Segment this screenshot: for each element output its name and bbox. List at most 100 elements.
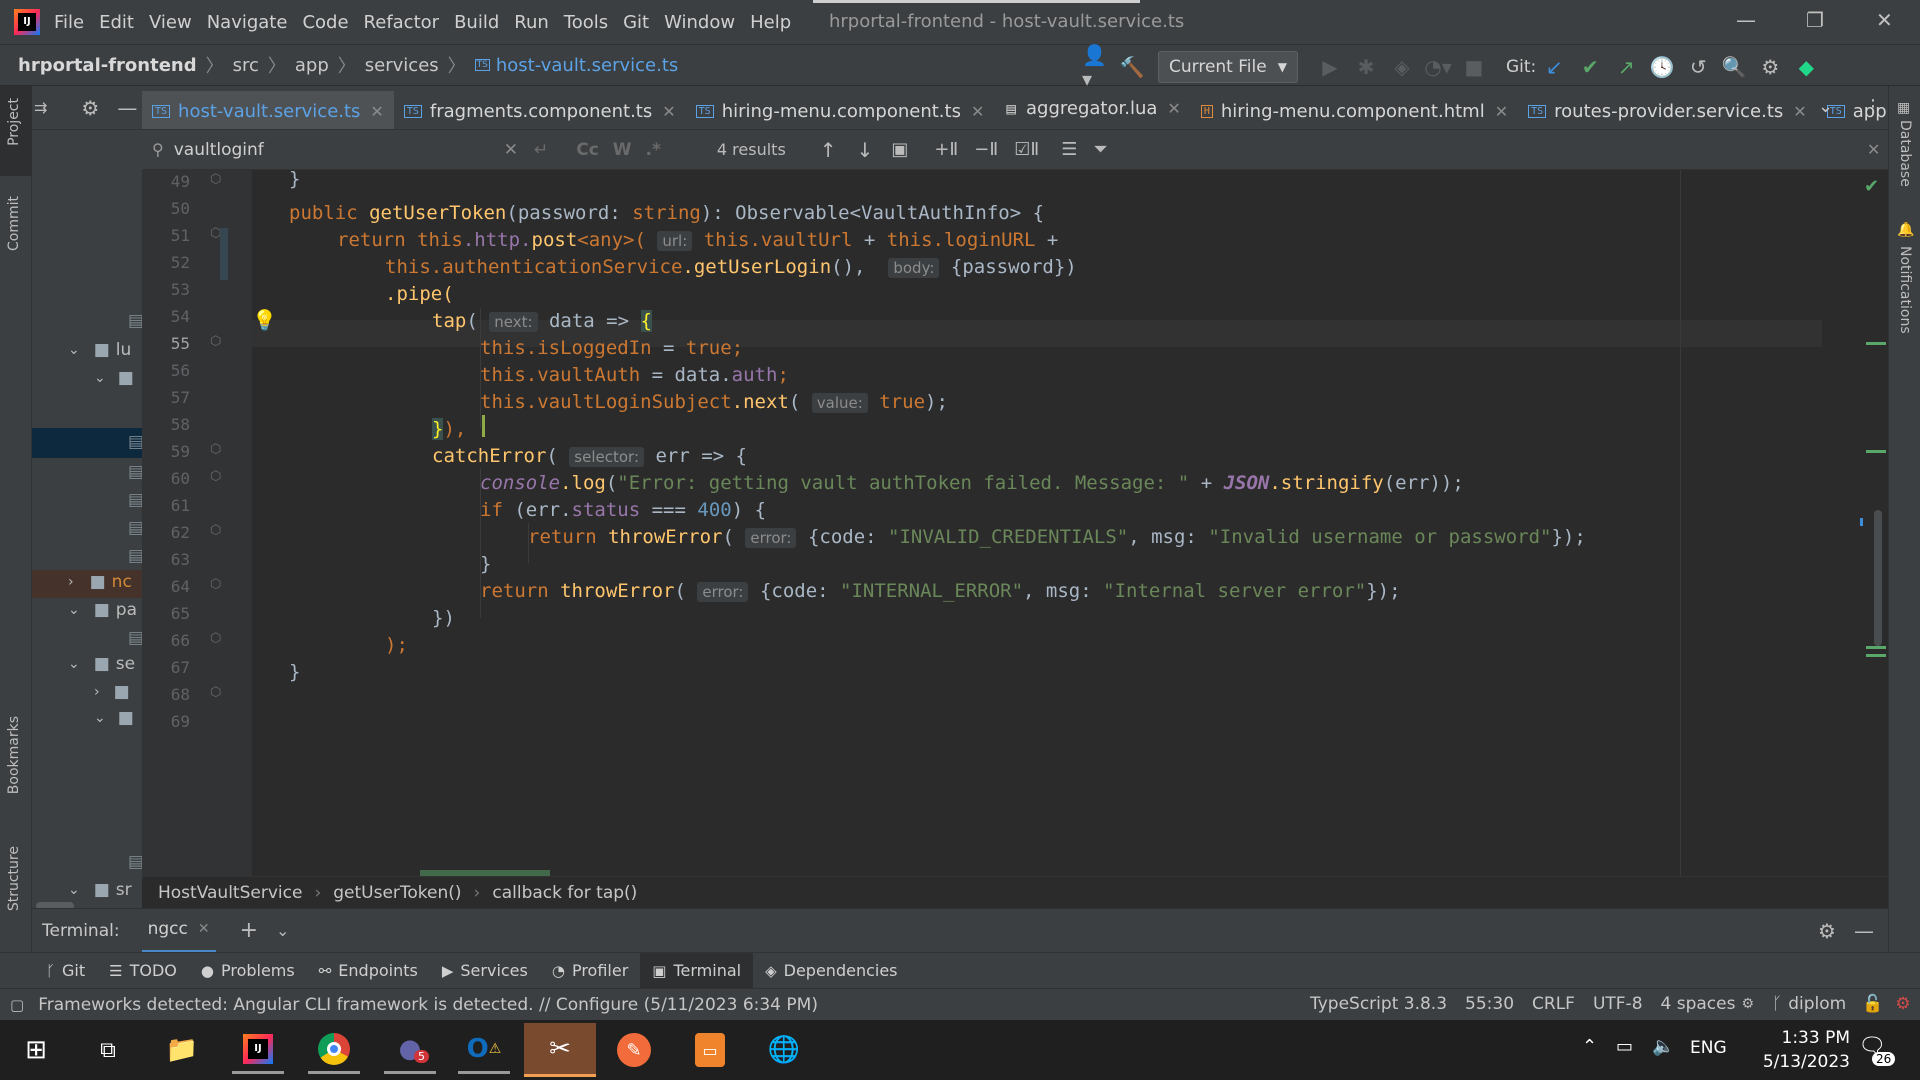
- rollback-icon[interactable]: ↺: [1684, 53, 1712, 81]
- history-icon[interactable]: 🕓: [1648, 53, 1676, 81]
- outlook-icon[interactable]: O ⚠: [458, 1026, 510, 1074]
- line-number[interactable]: 57: [142, 388, 190, 407]
- line-number[interactable]: 60: [142, 469, 190, 488]
- fold-marker-icon[interactable]: ⬡: [210, 577, 221, 592]
- hide-panel-icon[interactable]: —: [117, 96, 137, 120]
- tree-node-sr[interactable]: ⌄ ■ sr: [68, 880, 132, 900]
- add-occurrence-icon[interactable]: +Ⅱ: [934, 139, 958, 160]
- tree-node-pa[interactable]: ⌄ ■ pa: [68, 600, 137, 620]
- line-separator[interactable]: CRLF: [1532, 994, 1575, 1014]
- git-commit-icon[interactable]: ✔: [1576, 53, 1604, 81]
- breadcrumb-file[interactable]: host-vault.service.ts: [496, 55, 678, 76]
- tabs-dropdown-icon[interactable]: ⌄: [1818, 96, 1833, 117]
- file-explorer-icon[interactable]: 📁: [156, 1026, 208, 1074]
- chevron-down-icon[interactable]: ⌄: [94, 370, 106, 386]
- menu-refactor[interactable]: Refactor: [364, 12, 440, 33]
- clock[interactable]: 1:33 PM 5/13/2023: [1740, 1026, 1850, 1074]
- globe-app-icon[interactable]: 🌐: [758, 1026, 810, 1074]
- filter-icon[interactable]: ⏷: [1093, 139, 1107, 160]
- code-crumb-method[interactable]: getUserToken(): [333, 883, 461, 903]
- lightbulb-intention-icon[interactable]: 💡: [252, 308, 277, 332]
- git-branch[interactable]: diplom: [1788, 994, 1846, 1014]
- close-tab-icon[interactable]: ✕: [971, 102, 984, 121]
- close-tab-icon[interactable]: ✕: [1495, 102, 1508, 121]
- line-number[interactable]: 64: [142, 577, 190, 596]
- close-find-bar-icon[interactable]: ✕: [1867, 140, 1880, 159]
- breadcrumb-app[interactable]: app: [295, 55, 329, 76]
- database-icon[interactable]: ▦: [1897, 100, 1910, 116]
- menu-code[interactable]: Code: [302, 12, 348, 33]
- words-toggle[interactable]: W: [613, 140, 632, 160]
- task-view-icon[interactable]: ⧉: [82, 1026, 134, 1074]
- tool-window-todo[interactable]: ☰ TODO: [97, 953, 189, 989]
- tool-window-terminal[interactable]: ▣ Terminal: [640, 952, 754, 989]
- tab-routes-provider-service-ts[interactable]: TS routes-provider.service.ts ✕: [1518, 89, 1817, 129]
- tab-hiring-menu-component-ts[interactable]: TS hiring-menu.component.ts ✕: [686, 89, 995, 129]
- windows-start-icon[interactable]: ⊞: [10, 1026, 62, 1074]
- tree-node-nc[interactable]: › ■ nc: [68, 572, 132, 592]
- close-tab-icon[interactable]: ✕: [1793, 102, 1806, 121]
- line-number[interactable]: 67: [142, 658, 190, 677]
- line-number[interactable]: 61: [142, 496, 190, 515]
- next-occurrence-icon[interactable]: ↓: [857, 138, 874, 162]
- collapse-arrows-icon[interactable]: ⇉: [34, 98, 47, 117]
- menu-git[interactable]: Git: [623, 12, 649, 33]
- line-number[interactable]: 51: [142, 226, 190, 245]
- menu-run[interactable]: Run: [514, 12, 549, 33]
- tab-host-vault-service-ts[interactable]: TS host-vault.service.ts ✕: [142, 90, 394, 129]
- code-editor[interactable]: 49 50 51 52 53 54 55 56 57 58 59 60 61 62 63 64 65 66 67 68…: [142, 170, 1888, 876]
- intellij-logo-icon[interactable]: IJ: [14, 9, 40, 35]
- code-crumb-callback[interactable]: callback for tap(): [492, 883, 637, 903]
- line-number[interactable]: 68: [142, 685, 190, 704]
- line-number[interactable]: 49: [142, 172, 190, 191]
- pen-app-icon[interactable]: ✎: [608, 1026, 660, 1074]
- newline-icon[interactable]: ↵: [534, 140, 548, 160]
- line-number[interactable]: 55: [142, 334, 190, 353]
- menu-tools[interactable]: Tools: [564, 12, 608, 33]
- line-number[interactable]: 50: [142, 199, 190, 218]
- close-tab-icon[interactable]: ✕: [370, 102, 383, 121]
- code-crumb-class[interactable]: HostVaultService: [158, 883, 302, 903]
- close-tab-icon[interactable]: ✕: [1167, 99, 1180, 118]
- tool-window-dependencies[interactable]: ◈ Dependencies: [753, 953, 909, 989]
- filter-search-results-icon[interactable]: ▣: [891, 139, 908, 160]
- database-tool-button[interactable]: Database: [1897, 120, 1913, 187]
- lock-icon[interactable]: 🔓: [1862, 994, 1883, 1014]
- line-number[interactable]: 58: [142, 415, 190, 434]
- close-icon[interactable]: ✕: [198, 921, 210, 937]
- maximize-button[interactable]: ❐: [1806, 8, 1824, 32]
- tool-window-services[interactable]: ▶ Services: [430, 953, 540, 989]
- battery-icon[interactable]: ▭: [1616, 1036, 1633, 1057]
- match-case-toggle[interactable]: Cc: [576, 140, 599, 160]
- tree-node-lu[interactable]: ⌄ ■ lu: [68, 340, 131, 360]
- chrome-icon[interactable]: [308, 1026, 360, 1074]
- menu-view[interactable]: View: [149, 12, 192, 33]
- settings-gear-icon[interactable]: ⚙: [1818, 919, 1836, 943]
- project-tool-button[interactable]: Project: [0, 86, 32, 176]
- fold-marker-icon[interactable]: ⬡: [210, 631, 221, 646]
- hide-panel-icon[interactable]: —: [1854, 919, 1874, 943]
- keyboard-language[interactable]: ENG: [1690, 1038, 1727, 1058]
- git-update-icon[interactable]: ↙: [1540, 53, 1568, 81]
- jetbrains-toolbox-icon[interactable]: ◆: [1792, 53, 1820, 81]
- previous-occurrence-icon[interactable]: ↑: [820, 138, 837, 162]
- coverage-icon[interactable]: ◈: [1388, 53, 1416, 81]
- breadcrumb-services[interactable]: services: [365, 55, 439, 76]
- fold-marker-icon[interactable]: ⬡: [210, 442, 221, 457]
- line-number[interactable]: 59: [142, 442, 190, 461]
- breadcrumb-src[interactable]: src: [233, 55, 259, 76]
- breadcrumb-project[interactable]: hrportal-frontend: [18, 55, 197, 76]
- commit-tool-button[interactable]: Commit: [6, 196, 22, 251]
- new-terminal-plus-icon[interactable]: +: [240, 918, 258, 943]
- line-number[interactable]: 65: [142, 604, 190, 623]
- terminal-tab-ngcc[interactable]: ngcc ✕: [141, 909, 216, 953]
- inspection-icon[interactable]: ⚙: [1895, 994, 1910, 1014]
- volume-icon[interactable]: 🔈: [1652, 1036, 1674, 1057]
- tree-node-se[interactable]: ⌄ ■ se: [68, 654, 135, 674]
- teams-icon[interactable]: ● 5: [384, 1026, 436, 1074]
- fold-marker-icon[interactable]: ⬡: [210, 334, 221, 349]
- open-in-window-icon[interactable]: ☰: [1061, 139, 1077, 160]
- menu-file[interactable]: File: [54, 12, 84, 33]
- status-message[interactable]: Frameworks detected: Angular CLI framewo…: [38, 995, 818, 1015]
- chevron-up-icon[interactable]: ⌃: [1582, 1036, 1597, 1057]
